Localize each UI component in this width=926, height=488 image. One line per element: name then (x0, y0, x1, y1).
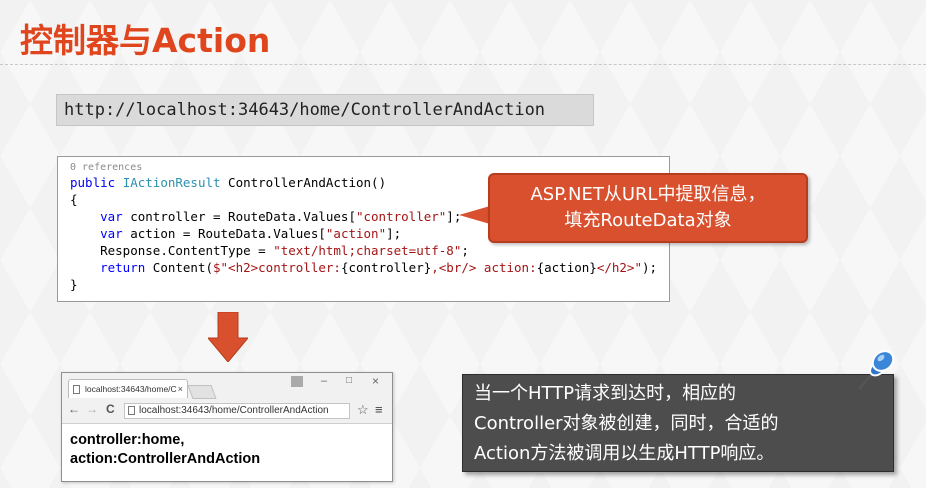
reload-button[interactable]: C (106, 402, 115, 416)
forward-button[interactable]: → (86, 402, 98, 416)
note-line-1: 当一个HTTP请求到达时，相应的 (474, 383, 737, 404)
code-line-6: return Content($"<h2>controller:{control… (100, 260, 658, 275)
browser-window: localhost:34643/home/C × – □ × ← → C loc… (61, 372, 393, 482)
down-arrow-icon (208, 312, 248, 362)
browser-tab[interactable]: localhost:34643/home/C × (68, 379, 188, 398)
minimize-button[interactable]: – (321, 375, 327, 387)
code-line-5: Response.ContentType = "text/html;charse… (100, 243, 469, 258)
tab-close-icon[interactable]: × (178, 380, 183, 398)
explanation-note: 当一个HTTP请求到达时，相应的 Controller对象被创建，同时，合适的 … (462, 374, 894, 472)
note-line-3: Action方法被调用以生成HTTP响应。 (474, 443, 775, 464)
callout-line-2: 填充RouteData对象 (564, 210, 732, 231)
page-icon (73, 385, 80, 394)
content-controller: controller:home, (70, 432, 185, 448)
back-button[interactable]: ← (68, 402, 80, 416)
content-action: action:ControllerAndAction (70, 451, 261, 467)
page-icon (128, 406, 135, 415)
note-line-2: Controller对象被创建，同时，合适的 (474, 413, 779, 434)
browser-page-content: controller:home, action:ControllerAndAct… (70, 431, 260, 469)
code-line-7: } (70, 277, 78, 292)
address-text: localhost:34643/home/ControllerAndAction (139, 405, 329, 416)
title-divider (0, 64, 926, 65)
url-example: http://localhost:34643/home/ControllerAn… (56, 94, 594, 126)
profile-icon[interactable] (291, 376, 303, 387)
slide-title: 控制器与Action (20, 21, 271, 60)
callout-routedata: ASP.NET从URL中提取信息， 填充RouteData对象 (488, 173, 808, 243)
browser-chrome: localhost:34643/home/C × – □ × ← → C loc… (62, 373, 392, 424)
close-window-button[interactable]: × (372, 374, 379, 388)
tab-title: localhost:34643/home/C (85, 384, 177, 394)
star-icon[interactable]: ☆ (357, 402, 369, 418)
callout-line-1: ASP.NET从URL中提取信息， (530, 184, 766, 205)
pushpin-icon (858, 350, 895, 390)
address-bar[interactable]: localhost:34643/home/ControllerAndAction (124, 403, 350, 419)
new-tab-button[interactable] (187, 385, 217, 399)
browser-toolbar: ← → C localhost:34643/home/ControllerAnd… (62, 400, 392, 422)
maximize-button[interactable]: □ (346, 375, 352, 386)
callout-pointer (459, 206, 490, 224)
menu-icon[interactable]: ≡ (375, 402, 383, 417)
